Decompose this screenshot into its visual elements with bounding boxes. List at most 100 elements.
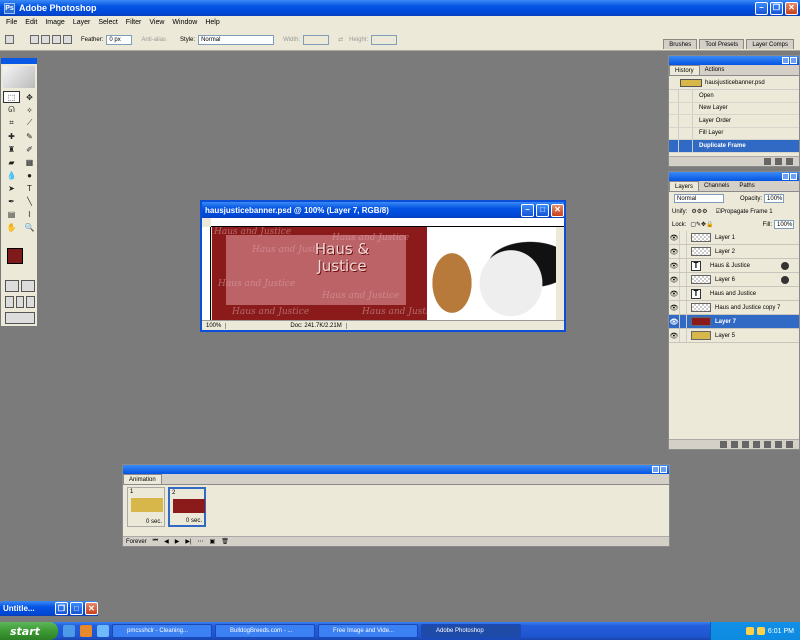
opacity-input[interactable]: 100%: [764, 194, 785, 203]
layer-row[interactable]: 👁 Layer 6: [669, 273, 799, 287]
lock-icons[interactable]: ▢✎✥🔒: [690, 221, 713, 228]
history-item[interactable]: Layer Order: [669, 115, 799, 128]
document-window[interactable]: hausjusticebanner.psd @ 100% (Layer 7, R…: [200, 200, 566, 332]
fill-input[interactable]: 100%: [774, 220, 794, 229]
shape-tool-icon[interactable]: ╲: [21, 195, 38, 207]
task-button[interactable]: BulldogBreeds.com - ...: [215, 624, 315, 638]
minimized-document[interactable]: Untitle... ❐ □ ✕: [0, 601, 98, 616]
layer-style-icon[interactable]: [781, 261, 789, 270]
quicklaunch-ie-icon[interactable]: [63, 625, 75, 637]
layer-row[interactable]: 👁 T Haus & Justice: [669, 259, 799, 273]
layer-name[interactable]: Layer 1: [715, 235, 735, 241]
hand-tool-icon[interactable]: ✋: [3, 221, 20, 233]
panel-minimize-icon[interactable]: [652, 466, 659, 473]
gradient-tool-icon[interactable]: ▦: [21, 156, 38, 168]
visibility-eye-icon[interactable]: 👁: [669, 304, 679, 312]
visibility-eye-icon[interactable]: 👁: [669, 290, 679, 298]
quick-mask-toggle[interactable]: [5, 280, 35, 292]
width-input[interactable]: [303, 34, 330, 45]
mask-icon[interactable]: [742, 441, 749, 448]
antialias-checkbox[interactable]: Anti-alias: [141, 37, 166, 43]
layer-name[interactable]: Layer 6: [715, 277, 735, 283]
notes-tool-icon[interactable]: ▤: [3, 208, 20, 220]
tray-icon[interactable]: [756, 627, 765, 635]
new-selection-icon[interactable]: [30, 35, 39, 44]
first-frame-icon[interactable]: ⏮: [153, 538, 158, 545]
history-snapshot[interactable]: hausjusticebanner.psd: [669, 76, 799, 90]
layer-row[interactable]: 👁 T Haus and Justice: [669, 287, 799, 301]
new-layer-icon[interactable]: [775, 441, 782, 448]
type-tool-icon[interactable]: T: [21, 182, 38, 194]
layer-row[interactable]: 👁 Layer 7: [669, 315, 799, 329]
unify-icons[interactable]: ⚙⚙⚙: [691, 208, 707, 215]
tab-actions[interactable]: Actions: [700, 65, 730, 75]
frame-delay[interactable]: 0 sec.: [146, 519, 162, 525]
intersect-selection-icon[interactable]: [63, 35, 72, 44]
visibility-eye-icon[interactable]: 👁: [669, 332, 679, 340]
animation-panel-header[interactable]: [123, 465, 669, 474]
history-brush-icon[interactable]: ✐: [21, 143, 38, 155]
frame-delay[interactable]: 0 sec.: [186, 518, 202, 524]
tween-icon[interactable]: ⋯: [198, 538, 204, 545]
lasso-tool-icon[interactable]: ᘏ: [3, 104, 20, 116]
style-select[interactable]: Normal: [198, 34, 275, 45]
subtract-selection-icon[interactable]: [52, 35, 61, 44]
visibility-eye-icon[interactable]: 👁: [669, 234, 679, 242]
mini-close-button[interactable]: ✕: [85, 602, 98, 615]
screen-mode-buttons[interactable]: [5, 296, 36, 308]
task-button[interactable]: Adobe Photoshop: [421, 624, 521, 638]
tray-icon[interactable]: [745, 627, 754, 635]
group-icon[interactable]: [764, 441, 771, 448]
layer-style-icon[interactable]: [731, 441, 738, 448]
quicklaunch-firefox-icon[interactable]: [80, 625, 92, 637]
visibility-eye-icon[interactable]: 👁: [669, 262, 679, 270]
layers-panel-header[interactable]: [669, 172, 799, 181]
menu-edit[interactable]: Edit: [21, 19, 41, 26]
move-tool-icon[interactable]: ✥: [21, 91, 38, 103]
eyedropper-icon[interactable]: ⌇: [21, 208, 38, 220]
layer-name[interactable]: Haus & Justice: [710, 263, 750, 269]
history-item[interactable]: Open: [669, 90, 799, 103]
layer-name[interactable]: Haus and Justice copy 7: [715, 305, 780, 311]
tab-animation[interactable]: Animation: [123, 474, 162, 484]
tab-brushes[interactable]: Brushes: [663, 38, 698, 49]
prev-frame-icon[interactable]: ◀: [164, 538, 169, 545]
menu-filter[interactable]: Filter: [122, 19, 146, 26]
doc-size[interactable]: Doc: 241.7K/2.21M: [286, 322, 347, 329]
jump-to-imageready-icon[interactable]: [5, 312, 35, 324]
healing-brush-icon[interactable]: ✚: [3, 130, 20, 142]
mini-maximize-button[interactable]: □: [70, 602, 83, 615]
slice-tool-icon[interactable]: ⟋: [21, 117, 38, 129]
tab-channels[interactable]: Channels: [699, 181, 734, 191]
menu-window[interactable]: Window: [168, 19, 201, 26]
task-button[interactable]: Free Image and Vide...: [318, 624, 418, 638]
panel-minimize-icon[interactable]: [782, 57, 789, 64]
visibility-eye-icon[interactable]: 👁: [669, 318, 679, 326]
layer-link-cell[interactable]: [679, 273, 687, 286]
tab-layer-comps[interactable]: Layer Comps: [746, 38, 794, 49]
zoom-tool-icon[interactable]: 🔍: [21, 221, 38, 233]
menu-layer[interactable]: Layer: [69, 19, 95, 26]
marquee-preset-icon[interactable]: [5, 35, 14, 44]
blend-mode-select[interactable]: Normal: [674, 194, 724, 203]
history-item[interactable]: New Layer: [669, 102, 799, 115]
mini-restore-button[interactable]: ❐: [55, 602, 68, 615]
ruler-vertical[interactable]: [202, 227, 211, 321]
panel-close-icon[interactable]: [790, 57, 797, 64]
feather-input[interactable]: 0 px: [106, 34, 133, 45]
menu-help[interactable]: Help: [201, 19, 223, 26]
menu-file[interactable]: File: [2, 19, 21, 26]
layer-name[interactable]: Layer 2: [715, 249, 735, 255]
animation-frame[interactable]: 1 0 sec.: [127, 487, 165, 527]
feather-logo-icon[interactable]: [3, 66, 35, 88]
panel-close-icon[interactable]: [660, 466, 667, 473]
dodge-tool-icon[interactable]: ●: [21, 169, 38, 181]
layer-row[interactable]: 👁 Layer 1: [669, 231, 799, 245]
layer-link-cell[interactable]: [679, 329, 687, 342]
history-item[interactable]: Fill Layer: [669, 127, 799, 140]
layer-name[interactable]: Layer 5: [715, 333, 735, 339]
layer-link-cell[interactable]: [679, 231, 687, 244]
tab-layers[interactable]: Layers: [669, 181, 700, 191]
quicklaunch-desktop-icon[interactable]: [97, 625, 109, 637]
adjustment-icon[interactable]: [753, 441, 760, 448]
